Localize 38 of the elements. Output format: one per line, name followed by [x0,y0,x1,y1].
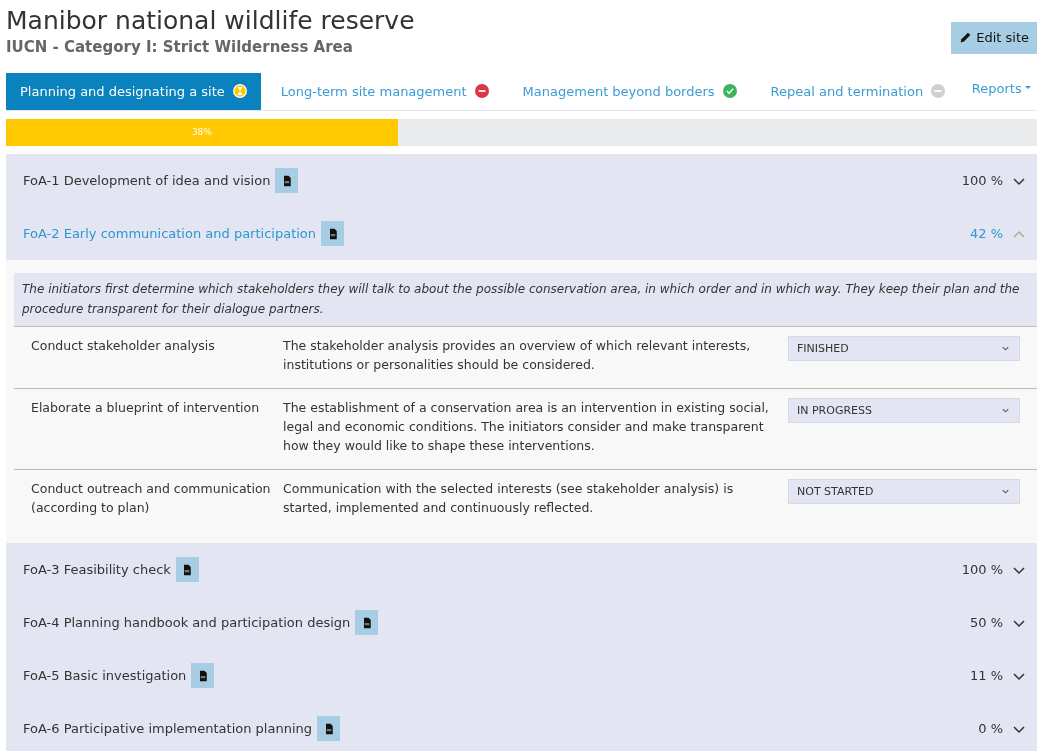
minus-icon [474,84,489,99]
task-description: The stakeholder analysis provides an overview of which relevant interests, institutions or personalities should be considered. [283,336,752,375]
section-percent: 42 % [969,224,1003,243]
pdf-button[interactable] [175,557,199,583]
task-description: The establishment of a conservation area is an intervention in existing social, legal and economic conditions. The initiators consider and make transparent how they would like to shape these interventions. [283,398,770,456]
task-name: Conduct outreach and communication (according to plan) [31,479,272,518]
section-percent: 0 % [978,720,1003,739]
progress-fill: 38% [6,119,398,146]
task-name: Elaborate a blueprint of intervention [31,398,261,417]
section-percent: 100 % [961,561,1003,580]
section-percent: 50 % [969,614,1003,633]
task-description: Communication with the selected interests (see stakeholder analysis) is started, implemented and continuously reflected. [283,479,735,518]
pdf-button[interactable] [317,716,340,742]
section-percent: 100 % [961,171,1003,190]
tab[interactable]: Planning and designating a site [6,72,261,110]
page-subtitle: IUCN - Category I: Strict Wilderness Area [6,37,354,58]
status-select[interactable]: FINISHED [788,335,1020,361]
edit-site-button[interactable]: Edit site [951,22,1037,54]
pencil-icon [959,31,973,45]
page-title: Manibor national wildlife reserve [6,6,415,36]
pdf-button[interactable] [191,663,215,689]
task-name: Conduct stakeholder analysis [31,336,216,355]
section-header[interactable]: FoA-4 Planning handbook and participation design 50 % [6,596,1037,650]
minus-icon [931,84,946,99]
section-header[interactable]: FoA-3 Feasibility check 100 % [6,543,1037,597]
status-select[interactable]: NOT STARTED [788,478,1020,504]
section-header[interactable]: FoA-5 Basic investigation 11 % [6,649,1037,703]
status-select[interactable]: IN PROGRESS [788,397,1020,423]
section-percent: 11 % [969,667,1003,686]
section-description: The initiators first determine which stakeholders they will talk to about the possible conservation area, in which order and in which way. They keep their plan and the procedure transparent for their dialogue partners. [14,273,1037,327]
check-icon [722,84,737,99]
section-header[interactable]: FoA-1 Development of idea and vision 100 % [6,154,1037,207]
pdf-file-icon [181,563,194,576]
hourglass-icon [232,84,247,99]
pdf-button[interactable] [355,610,379,636]
section-header[interactable]: FoA-6 Participative implementation planning 0 % [6,702,1037,751]
pdf-button[interactable] [321,221,345,246]
pdf-button[interactable] [275,168,299,193]
